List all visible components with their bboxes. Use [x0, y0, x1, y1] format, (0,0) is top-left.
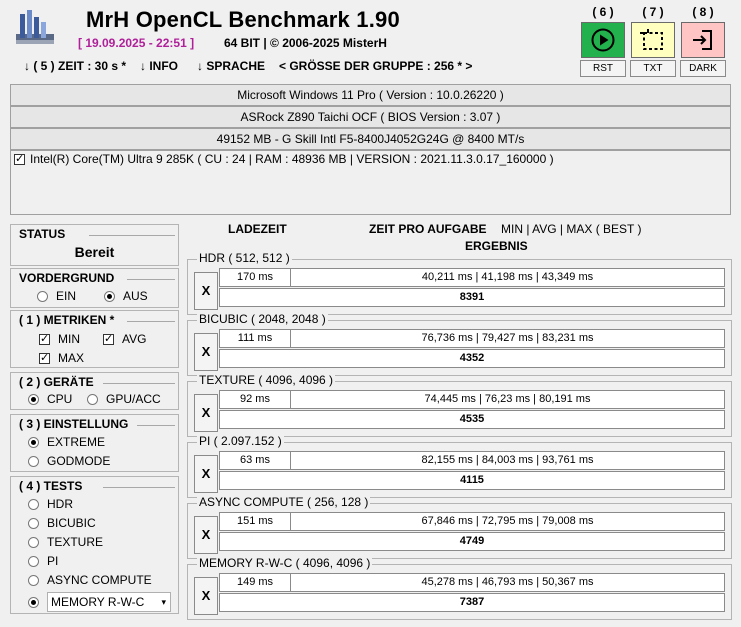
clear-result-button[interactable]: X: [194, 516, 218, 554]
txt-label[interactable]: TXT: [630, 60, 676, 77]
metric-avg-checkbox[interactable]: AVG: [103, 332, 146, 346]
metriken-title: ( 1 ) METRIKEN *: [19, 313, 117, 327]
dark-shortcut-label: ( 8 ): [692, 5, 714, 19]
result-title: PI ( 2.097.152 ): [197, 434, 284, 448]
result-title: BICUBIC ( 2048, 2048 ): [197, 312, 328, 326]
exit-icon: [693, 30, 712, 50]
memory-info: 49152 MB - G Skill Intl F5-8400J4052G24G…: [10, 128, 731, 150]
menu-gruppe[interactable]: < GRÖSSE DER GRUPPE : 256 * >: [279, 59, 472, 73]
clear-result-button[interactable]: X: [194, 394, 218, 432]
app-title: MrH OpenCL Benchmark 1.90: [86, 7, 400, 32]
rst-shortcut-label: ( 6 ): [592, 5, 614, 19]
result-load-time: 170 ms: [219, 268, 291, 287]
col-zeit: ZEIT PRO AUFGABE: [369, 222, 487, 236]
setting-option-godmode[interactable]: GODMODE: [28, 454, 110, 468]
result-title: ASYNC COMPUTE ( 256, 128 ): [197, 495, 371, 509]
col-ergebnis: ERGEBNIS: [465, 239, 528, 253]
tests-title: ( 4 ) TESTS: [19, 479, 85, 493]
test-option-texture[interactable]: TEXTURE: [28, 535, 103, 549]
result-times: 45,278 ms | 46,793 ms | 50,367 ms: [290, 573, 725, 592]
result-score: 8391: [219, 288, 725, 307]
device-list: Intel(R) Core(TM) Ultra 9 285K ( CU : 24…: [10, 150, 731, 215]
status-panel: STATUS Bereit: [10, 224, 179, 266]
version-label: 64 BIT | © 2006-2025 MisterH: [224, 36, 387, 50]
metric-max-checkbox[interactable]: MAX: [39, 351, 84, 365]
result-times: 74,445 ms | 76,23 ms | 80,191 ms: [290, 390, 725, 409]
status-value: Bereit: [74, 244, 115, 260]
datetime-label: [ 19.09.2025 - 22:51 ]: [78, 36, 195, 50]
result-group: ASYNC COMPUTE ( 256, 128 ) X 151 ms 67,846 …: [187, 495, 732, 559]
result-group: BICUBIC ( 2048, 2048 ) X 111 ms 76,736 ms |…: [187, 312, 732, 376]
test-option-hdr[interactable]: HDR: [28, 497, 73, 511]
test-option-memory-rwc[interactable]: MEMORY R-W-C ▾: [28, 592, 171, 612]
result-score: 4749: [219, 532, 725, 551]
test-option-pi[interactable]: PI: [28, 554, 58, 568]
geraete-panel: ( 2 ) GERÄTE CPU GPU/ACC: [10, 372, 179, 410]
result-times: 76,736 ms | 79,427 ms | 83,231 ms: [290, 329, 725, 348]
rst-label[interactable]: RST: [580, 60, 626, 77]
test-option-async-compute[interactable]: ASYNC COMPUTE: [28, 573, 152, 587]
chevron-down-icon[interactable]: ▾: [161, 593, 166, 611]
setting-option-extreme[interactable]: EXTREME: [28, 435, 105, 449]
cpu-device-label: Intel(R) Core(TM) Ultra 9 285K ( CU : 24…: [30, 152, 554, 166]
result-title: MEMORY R-W-C ( 4096, 4096 ): [197, 556, 373, 570]
vordergrund-title: VORDERGRUND: [19, 271, 117, 285]
result-load-time: 151 ms: [219, 512, 291, 531]
status-title: STATUS: [19, 227, 68, 241]
test-select-dropdown[interactable]: MEMORY R-W-C ▾: [47, 592, 171, 612]
geraete-title: ( 2 ) GERÄTE: [19, 375, 96, 389]
clear-result-button[interactable]: X: [194, 455, 218, 493]
result-group: PI ( 2.097.152 ) X 63 ms 82,155 ms | 84,003…: [187, 434, 732, 498]
result-score: 4352: [219, 349, 725, 368]
clear-result-button[interactable]: X: [194, 272, 218, 310]
cpu-device-checkbox[interactable]: [14, 152, 25, 165]
metric-min-checkbox[interactable]: MIN: [39, 332, 80, 346]
board-info: ASRock Z890 Taichi OCF ( BIOS Version : …: [10, 106, 731, 128]
rst-button[interactable]: [581, 22, 625, 58]
result-group: MEMORY R-W-C ( 4096, 4096 ) X 149 ms 45,278…: [187, 556, 732, 620]
tests-panel: ( 4 ) TESTS HDR BICUBIC TEXTURE PI ASYNC…: [10, 476, 179, 614]
device-option-cpu[interactable]: CPU: [28, 392, 72, 406]
result-times: 82,155 ms | 84,003 ms | 93,761 ms: [290, 451, 725, 470]
dark-button[interactable]: [681, 22, 725, 58]
vordergrund-panel: VORDERGRUND EIN AUS: [10, 268, 179, 308]
result-group: HDR ( 512, 512 ) X 170 ms 40,211 ms | 41,19…: [187, 251, 732, 315]
menu-sprache[interactable]: ↓ SPRACHE: [197, 59, 265, 73]
einstellung-title: ( 3 ) EINSTELLUNG: [19, 417, 131, 431]
app-logo: [14, 8, 56, 48]
einstellung-panel: ( 3 ) EINSTELLUNG EXTREME GODMODE: [10, 414, 179, 472]
result-score: 4115: [219, 471, 725, 490]
device-option-gpu[interactable]: GPU/ACC: [87, 392, 161, 406]
result-score: 4535: [219, 410, 725, 429]
play-icon: [591, 28, 615, 52]
result-title: TEXTURE ( 4096, 4096 ): [197, 373, 336, 387]
vordergrund-option-aus[interactable]: AUS: [104, 289, 148, 303]
vordergrund-option-ein[interactable]: EIN: [37, 289, 76, 303]
result-title: HDR ( 512, 512 ): [197, 251, 292, 265]
metriken-panel: ( 1 ) METRIKEN * MIN AVG MAX: [10, 310, 179, 368]
result-load-time: 149 ms: [219, 573, 291, 592]
menu-info[interactable]: ↓ INFO: [140, 59, 178, 73]
clear-result-button[interactable]: X: [194, 333, 218, 371]
select-icon: [640, 29, 663, 50]
clear-result-button[interactable]: X: [194, 577, 218, 615]
result-group: TEXTURE ( 4096, 4096 ) X 92 ms 74,445 ms | …: [187, 373, 732, 437]
result-load-time: 63 ms: [219, 451, 291, 470]
dark-label[interactable]: DARK: [680, 60, 726, 77]
col-ladezeit: LADEZEIT: [228, 222, 287, 236]
result-load-time: 111 ms: [219, 329, 291, 348]
test-option-bicubic[interactable]: BICUBIC: [28, 516, 96, 530]
result-times: 40,211 ms | 41,198 ms | 43,349 ms: [290, 268, 725, 287]
txt-shortcut-label: ( 7 ): [642, 5, 664, 19]
result-load-time: 92 ms: [219, 390, 291, 409]
col-metrics: MIN | AVG | MAX ( BEST ): [501, 222, 642, 236]
result-score: 7387: [219, 593, 725, 612]
txt-button[interactable]: [631, 22, 675, 58]
menu-zeit[interactable]: ↓ ( 5 ) ZEIT : 30 s *: [24, 59, 126, 73]
os-info: Microsoft Windows 11 Pro ( Version : 10.…: [10, 84, 731, 106]
result-times: 67,846 ms | 72,795 ms | 79,008 ms: [290, 512, 725, 531]
